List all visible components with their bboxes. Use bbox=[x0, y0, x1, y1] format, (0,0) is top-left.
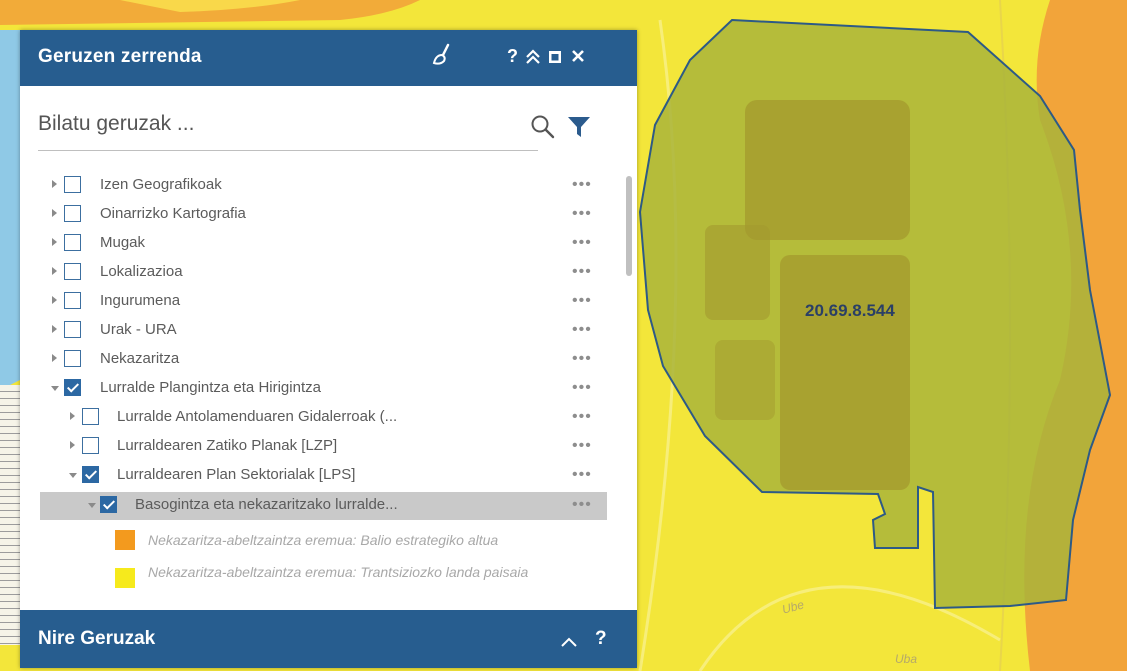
panel-title: Geruzen zerrenda bbox=[38, 46, 202, 67]
layer-label: Ingurumena bbox=[100, 292, 181, 309]
expand-arrow-icon[interactable] bbox=[52, 180, 57, 188]
legend-swatch bbox=[115, 568, 135, 588]
more-options-icon[interactable]: ••• bbox=[572, 234, 592, 252]
layer-label: Lurralde Plangintza eta Hirigintza bbox=[100, 379, 321, 396]
layer-checkbox[interactable] bbox=[82, 466, 99, 483]
road-label: Uba bbox=[895, 652, 918, 666]
layer-row[interactable]: Izen Geografikoak ••• bbox=[20, 172, 620, 200]
layer-row[interactable]: Mugak ••• bbox=[20, 230, 620, 258]
panel-header: Geruzen zerrenda ? bbox=[20, 30, 637, 86]
collapse-arrow-icon[interactable] bbox=[69, 473, 77, 478]
layer-checkbox[interactable] bbox=[64, 234, 81, 251]
expand-arrow-icon[interactable] bbox=[52, 238, 57, 246]
layer-label: Basogintza eta nekazaritzako lurralde... bbox=[135, 496, 398, 513]
legend-label: Nekazaritza-abeltzaintza eremua: Trantsi… bbox=[148, 564, 529, 580]
brush-icon[interactable] bbox=[430, 43, 454, 74]
more-options-icon[interactable]: ••• bbox=[572, 496, 592, 514]
layer-label: Lurraldearen Zatiko Planak [LZP] bbox=[117, 437, 338, 454]
layer-label: Oinarrizko Kartografia bbox=[100, 205, 246, 222]
expand-arrow-icon[interactable] bbox=[52, 296, 57, 304]
layer-row[interactable]: Lurralde Antolamenduaren Gidalerroak (..… bbox=[20, 404, 620, 432]
my-layers-bar[interactable]: Nire Geruzak ? bbox=[20, 610, 637, 668]
layer-row[interactable]: Lurraldearen Plan Sektorialak [LPS] ••• bbox=[20, 462, 620, 490]
scrollbar-thumb[interactable] bbox=[626, 176, 632, 276]
legend-swatch bbox=[115, 530, 135, 550]
ruler-edge bbox=[0, 385, 20, 645]
layer-checkbox[interactable] bbox=[100, 496, 117, 513]
layer-label: Nekazaritza bbox=[100, 350, 180, 367]
expand-arrow-icon[interactable] bbox=[52, 325, 57, 333]
layer-label: Lurralde Antolamenduaren Gidalerroak (..… bbox=[117, 408, 398, 425]
more-options-icon[interactable]: ••• bbox=[572, 466, 592, 484]
help-button[interactable]: ? bbox=[507, 46, 518, 67]
layer-label: Mugak bbox=[100, 234, 146, 251]
collapse-icon[interactable] bbox=[525, 48, 541, 71]
layer-row[interactable]: Nekazaritza ••• bbox=[20, 346, 620, 374]
layer-label: Izen Geografikoak bbox=[100, 176, 222, 193]
layer-label: Lurraldearen Plan Sektorialak [LPS] bbox=[117, 466, 356, 483]
layer-tree: Izen Geografikoak ••• Oinarrizko Kartogr… bbox=[20, 170, 620, 600]
layer-label: Urak - URA bbox=[100, 321, 177, 338]
layer-checkbox[interactable] bbox=[82, 437, 99, 454]
layer-search bbox=[38, 112, 538, 151]
more-options-icon[interactable]: ••• bbox=[572, 321, 592, 339]
more-options-icon[interactable]: ••• bbox=[572, 263, 592, 281]
collapse-arrow-icon[interactable] bbox=[88, 503, 96, 508]
filter-icon[interactable] bbox=[567, 115, 591, 144]
my-layers-title: Nire Geruzak bbox=[38, 628, 156, 649]
more-options-icon[interactable]: ••• bbox=[572, 350, 592, 368]
legend-label: Nekazaritza-abeltzaintza eremua: Balio e… bbox=[148, 532, 499, 548]
expand-arrow-icon[interactable] bbox=[52, 354, 57, 362]
more-options-icon[interactable]: ••• bbox=[572, 379, 592, 397]
more-options-icon[interactable]: ••• bbox=[572, 176, 592, 194]
expand-arrow-icon[interactable] bbox=[70, 412, 75, 420]
maximize-icon[interactable] bbox=[548, 50, 562, 69]
parcel-label[interactable]: 20.69.8.544 bbox=[805, 301, 895, 321]
expand-arrow-icon[interactable] bbox=[52, 209, 57, 217]
layer-row[interactable]: Oinarrizko Kartografia ••• bbox=[20, 201, 620, 229]
layer-checkbox[interactable] bbox=[64, 379, 81, 396]
search-input[interactable] bbox=[38, 112, 508, 136]
layer-checkbox[interactable] bbox=[64, 292, 81, 309]
layer-list-panel: Geruzen zerrenda ? Izen Geografikoak ••• bbox=[20, 30, 637, 668]
layer-label: Lokalizazioa bbox=[100, 263, 183, 280]
layer-checkbox[interactable] bbox=[64, 263, 81, 280]
layer-checkbox[interactable] bbox=[82, 408, 99, 425]
layer-row[interactable]: Urak - URA ••• bbox=[20, 317, 620, 345]
layer-row[interactable]: Lurraldearen Zatiko Planak [LZP] ••• bbox=[20, 433, 620, 461]
layer-checkbox[interactable] bbox=[64, 176, 81, 193]
more-options-icon[interactable]: ••• bbox=[572, 408, 592, 426]
layer-checkbox[interactable] bbox=[64, 205, 81, 222]
layer-row[interactable]: Ingurumena ••• bbox=[20, 288, 620, 316]
search-icon[interactable] bbox=[530, 114, 556, 145]
layer-checkbox[interactable] bbox=[64, 350, 81, 367]
collapse-arrow-icon[interactable] bbox=[51, 386, 59, 391]
chevron-up-icon[interactable] bbox=[560, 632, 578, 654]
layer-row[interactable]: Lurralde Plangintza eta Hirigintza ••• bbox=[20, 375, 620, 403]
layer-checkbox[interactable] bbox=[64, 321, 81, 338]
close-icon[interactable] bbox=[571, 49, 585, 68]
more-options-icon[interactable]: ••• bbox=[572, 292, 592, 310]
expand-arrow-icon[interactable] bbox=[70, 441, 75, 449]
more-options-icon[interactable]: ••• bbox=[572, 437, 592, 455]
more-options-icon[interactable]: ••• bbox=[572, 205, 592, 223]
layer-row[interactable]: Lokalizazioa ••• bbox=[20, 259, 620, 287]
help-button[interactable]: ? bbox=[595, 628, 607, 650]
expand-arrow-icon[interactable] bbox=[52, 267, 57, 275]
layer-row-selected[interactable]: Basogintza eta nekazaritzako lurralde...… bbox=[40, 492, 607, 520]
